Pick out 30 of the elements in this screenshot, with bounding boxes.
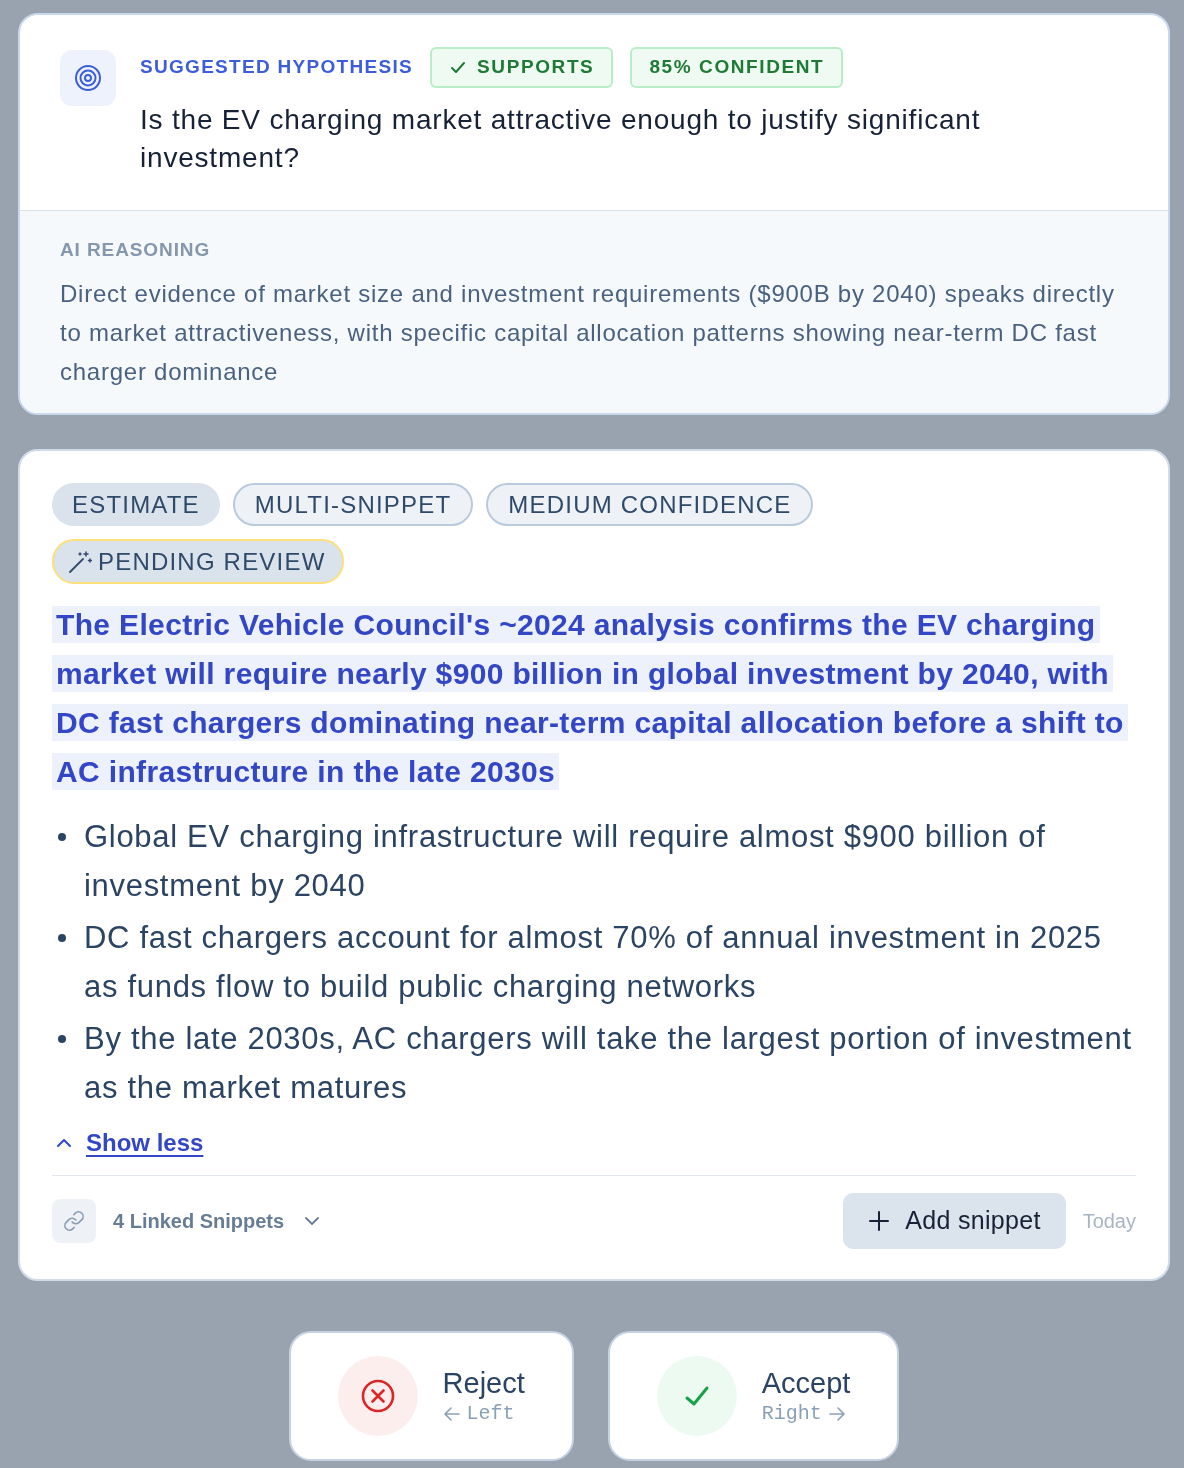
arrow-right-icon xyxy=(827,1405,846,1423)
add-snippet-button[interactable]: Add snippet xyxy=(843,1193,1066,1249)
arrow-left-icon xyxy=(442,1405,461,1423)
bullet-text: DC fast chargers account for almost 70% of annual investment in 2025 as funds flow to build public charging networks xyxy=(84,919,1103,1006)
bullet-dot-icon xyxy=(58,1035,66,1043)
linked-snippets-dropdown[interactable]: 4 Linked Snippets xyxy=(113,1206,321,1236)
hypothesis-question: Is the EV charging market attractive enough to justify significant investment? xyxy=(140,103,982,175)
bullet-text: Global EV charging infrastructure will require almost $900 billion of investment by 2040 xyxy=(84,818,1047,905)
check-icon xyxy=(449,59,468,76)
link-icon xyxy=(52,1199,96,1243)
target-icon xyxy=(60,50,116,106)
snippet-tag: ESTIMATE xyxy=(52,483,220,526)
accept-button[interactable]: Accept Right xyxy=(607,1331,900,1461)
stance-label: SUPPORTS xyxy=(477,55,595,80)
section-label: SUGGESTED HYPOTHESIS xyxy=(140,55,414,80)
magic-wand-icon xyxy=(68,549,92,574)
snippet-tag: MEDIUM CONFIDENCE xyxy=(486,483,814,526)
chevron-up-icon xyxy=(56,1136,72,1150)
snippet-tag: MULTI-SNIPPET xyxy=(232,483,474,526)
confidence-label: 85% CONFIDENT xyxy=(630,47,844,88)
bullet-dot-icon xyxy=(58,833,66,841)
reject-button[interactable]: Reject Left xyxy=(288,1331,574,1461)
reasoning-text: Direct evidence of market size and investment requirements ($900B by 2040) speaks directly to market attractiveness, with specific capital allocation patterns showing near-term DC fast charger dominance xyxy=(60,279,1116,387)
show-less-toggle[interactable]: Show less xyxy=(52,1128,204,1158)
status-label: PENDING REVIEW xyxy=(98,546,326,577)
date-label: Today xyxy=(1082,1209,1136,1234)
section-label: AI REASONING xyxy=(60,238,212,262)
bullet-dot-icon xyxy=(58,934,66,942)
bullet-text: By the late 2030s, AC chargers will take the largest portion of investment as the market matures xyxy=(84,1020,1133,1107)
plus-icon xyxy=(868,1210,891,1232)
